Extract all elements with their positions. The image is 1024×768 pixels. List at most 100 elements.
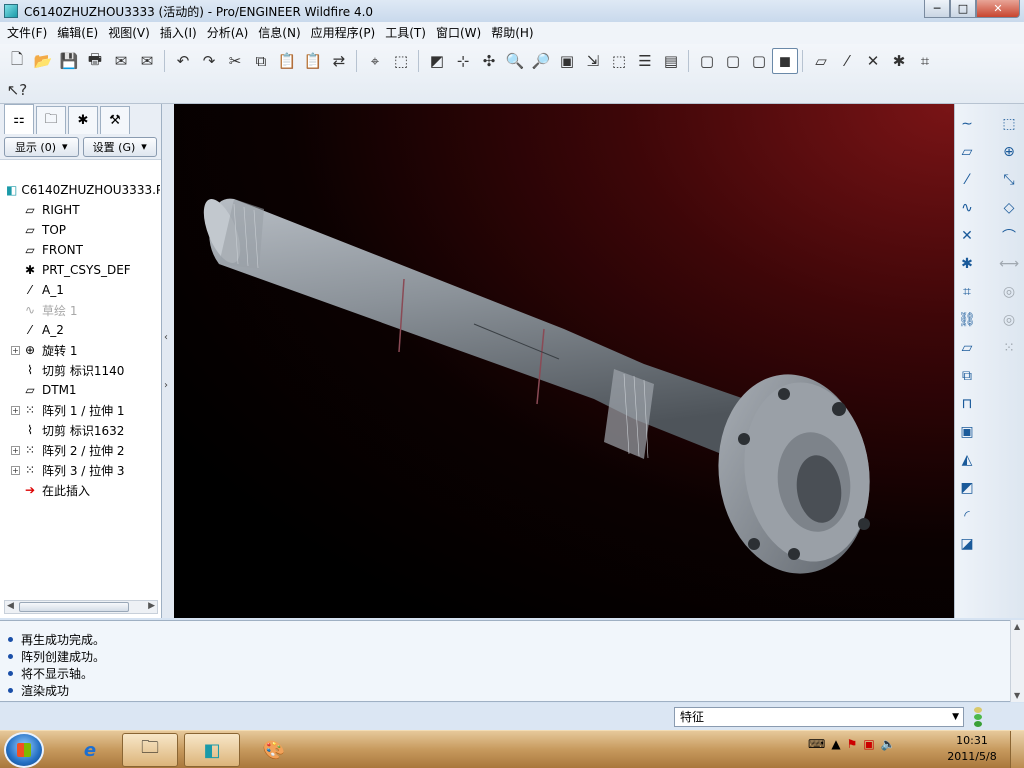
menu-view[interactable]: 视图(V) xyxy=(103,23,155,43)
message-scrollbar[interactable]: ▲ ▼ xyxy=(1010,620,1024,702)
style-button[interactable]: ⌒ xyxy=(997,224,1021,248)
copy-button[interactable]: ⧉ xyxy=(248,48,274,74)
close-button[interactable]: ✕ xyxy=(976,0,1020,18)
tree-item[interactable]: ➔ 在此插入 xyxy=(0,480,160,500)
expand-right-icon[interactable]: › xyxy=(164,380,168,391)
collapse-left-icon[interactable]: ‹ xyxy=(164,332,168,343)
spin-center-button[interactable]: ⊹ xyxy=(450,48,476,74)
menu-analysis[interactable]: 分析(A) xyxy=(202,23,254,43)
graphics-window[interactable] xyxy=(174,104,954,618)
action-center-icon[interactable]: ⚑ xyxy=(847,737,858,751)
tree-item[interactable]: ▱ DTM1 xyxy=(0,380,160,400)
no-hidden-button[interactable]: ▢ xyxy=(746,48,772,74)
chain-button[interactable]: ⛓ xyxy=(955,308,979,332)
network-icon[interactable]: ▣ xyxy=(863,737,874,751)
volume-icon[interactable]: 🔈 xyxy=(881,737,896,751)
tree-item[interactable]: ▱ TOP xyxy=(0,220,160,240)
model-tree-tab[interactable]: ⚏ xyxy=(4,104,34,134)
tree-item[interactable]: ⁄ A_2 xyxy=(0,320,160,340)
menu-applications[interactable]: 应用程序(P) xyxy=(306,23,381,43)
trim-button[interactable]: ◎ xyxy=(997,308,1021,332)
merge-button[interactable]: ◎ xyxy=(997,280,1021,304)
context-help-button[interactable]: ↖? xyxy=(4,77,30,103)
mirror-button[interactable]: ⟷ xyxy=(997,252,1021,276)
email-link-button[interactable]: ✉ xyxy=(134,48,160,74)
scroll-down-icon[interactable]: ▼ xyxy=(1014,691,1020,700)
tree-item[interactable]: ∿ 草绘 1 xyxy=(0,300,160,320)
selection-filter-select[interactable]: 特征 ▼ xyxy=(674,707,964,727)
folder-browser-tab[interactable]: 🗀 xyxy=(36,106,66,134)
datum-point-display-button[interactable]: ✕ xyxy=(860,48,886,74)
datum-curve-button[interactable]: ∼ xyxy=(955,112,979,136)
minimize-button[interactable]: ─ xyxy=(924,0,950,18)
paste-button[interactable]: 📋 xyxy=(274,48,300,74)
favorites-tab[interactable]: ✱ xyxy=(68,106,98,134)
extrude-button[interactable]: ⬚ xyxy=(997,112,1021,136)
taskbar-explorer[interactable]: 🗀 xyxy=(122,733,178,767)
keyboard-icon[interactable]: ⌨ xyxy=(808,737,825,751)
paste-special-button[interactable]: 📋 xyxy=(300,48,326,74)
draft-button[interactable]: ◩ xyxy=(955,476,979,500)
expand-icon[interactable]: + xyxy=(11,465,20,475)
orient-button[interactable]: ✣ xyxy=(476,48,502,74)
tree-item[interactable]: + ⁙ 阵列 3 / 拉伸 3 xyxy=(0,460,160,480)
shell-button[interactable]: ▣ xyxy=(955,420,979,444)
tree-item[interactable]: ▱ RIGHT xyxy=(0,200,160,220)
layers-button[interactable]: ☰ xyxy=(632,48,658,74)
tree-item[interactable]: ⌇ 切剪 标识1140 xyxy=(0,360,160,380)
zoom-out-button[interactable]: 🔎 xyxy=(528,48,554,74)
chamfer-button[interactable]: ◪ xyxy=(955,532,979,556)
annotation-display-button[interactable]: ⌗ xyxy=(912,48,938,74)
show-hidden-icons-icon[interactable]: ▲ xyxy=(831,737,840,751)
horizontal-scrollbar[interactable]: ◀ ▶ xyxy=(4,600,158,614)
start-button[interactable] xyxy=(4,732,44,768)
show-desktop-button[interactable] xyxy=(1010,731,1024,768)
menu-window[interactable]: 窗口(W) xyxy=(431,23,486,43)
menu-file[interactable]: 文件(F) xyxy=(2,23,52,43)
analysis-feature-button[interactable]: ⌗ xyxy=(955,280,979,304)
wireframe-button[interactable]: ▢ xyxy=(694,48,720,74)
expand-icon[interactable]: + xyxy=(11,445,20,455)
reorient-button[interactable]: ⇲ xyxy=(580,48,606,74)
tree-item[interactable]: + ⁙ 阵列 2 / 拉伸 2 xyxy=(0,440,160,460)
taskbar-ie[interactable]: e xyxy=(62,733,118,767)
variable-sweep-button[interactable]: ⤡ xyxy=(997,168,1021,192)
scroll-right-icon[interactable]: ▶ xyxy=(148,601,155,611)
find-button[interactable]: ⌖ xyxy=(362,48,388,74)
csys-display-button[interactable]: ✱ xyxy=(886,48,912,74)
copy-feature-button[interactable]: ⧉ xyxy=(955,364,979,388)
connections-tab[interactable]: ⚒ xyxy=(100,106,130,134)
tree-item[interactable]: + ⊕ 旋转 1 xyxy=(0,340,160,360)
expand-icon[interactable]: + xyxy=(11,345,20,355)
regenerate-button[interactable]: ⇄ xyxy=(326,48,352,74)
hole-button[interactable]: ⊓ xyxy=(955,392,979,416)
settings-menu-button[interactable]: 设置 (G) ▾ xyxy=(82,136,157,157)
show-menu-button[interactable]: 显示 (0) ▾ xyxy=(4,136,79,157)
tree-item[interactable]: ⁄ A_1 xyxy=(0,280,160,300)
revolve-tool-button[interactable]: ⊕ xyxy=(997,140,1021,164)
pattern-tool-button[interactable]: ⁙ xyxy=(997,336,1021,360)
tree-item[interactable]: ◧C6140ZHUZHOU3333.PRT xyxy=(0,180,160,200)
shading-button[interactable]: ◼ xyxy=(772,48,798,74)
scrollbar-thumb[interactable] xyxy=(19,602,129,612)
maximize-button[interactable]: □ xyxy=(950,0,976,18)
panel-splitter[interactable]: ‹ › xyxy=(162,104,174,618)
menu-insert[interactable]: 插入(I) xyxy=(155,23,202,43)
datum-plane-tool-button[interactable]: ▱ xyxy=(955,140,979,164)
sketch-tool-button[interactable]: ▱ xyxy=(955,336,979,360)
new-button[interactable]: 🗋 xyxy=(4,48,30,74)
tree-item[interactable]: + ⁙ 阵列 1 / 拉伸 1 xyxy=(0,400,160,420)
saved-views-button[interactable]: ⬚ xyxy=(606,48,632,74)
menu-info[interactable]: 信息(N) xyxy=(253,23,305,43)
round-button[interactable]: ◜ xyxy=(955,504,979,528)
view-manager-button[interactable]: ▤ xyxy=(658,48,684,74)
scroll-up-icon[interactable]: ▲ xyxy=(1014,622,1020,631)
taskbar-proe[interactable]: ◧ xyxy=(184,733,240,767)
datum-point-tool-button[interactable]: ✕ xyxy=(955,224,979,248)
tree-item[interactable]: ▱ FRONT xyxy=(0,240,160,260)
boundary-blend-button[interactable]: ◇ xyxy=(997,196,1021,220)
undo-button[interactable]: ↶ xyxy=(170,48,196,74)
refit-button[interactable]: ▣ xyxy=(554,48,580,74)
menu-help[interactable]: 帮助(H) xyxy=(486,23,538,43)
hidden-line-button[interactable]: ▢ xyxy=(720,48,746,74)
